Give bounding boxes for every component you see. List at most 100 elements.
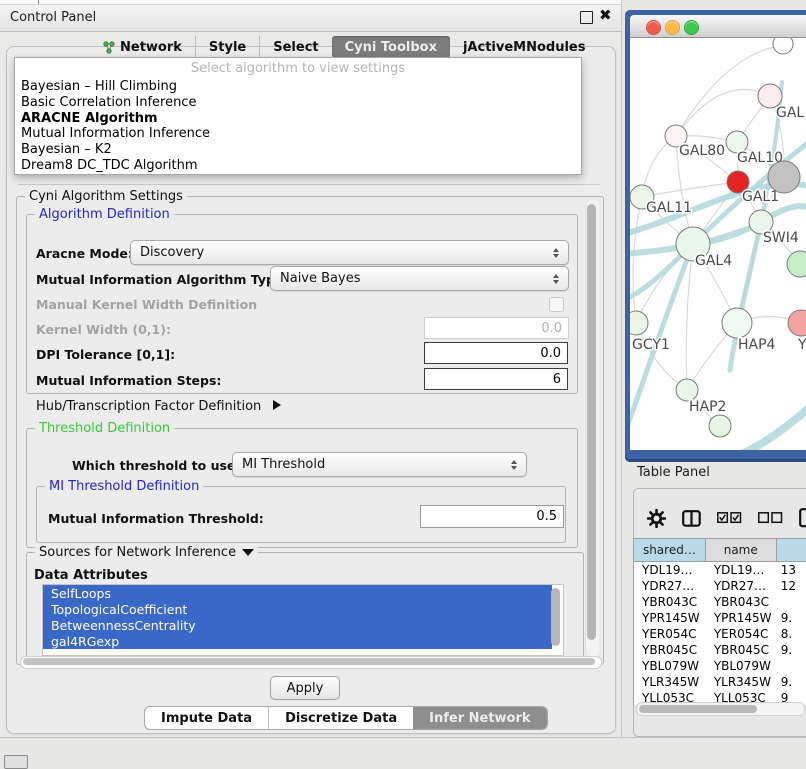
table-hscrollbar-thumb[interactable] (639, 705, 757, 713)
data-attribute-item[interactable]: SelfLoops (43, 585, 552, 601)
page-icon[interactable] (799, 508, 806, 528)
tab-cyni-toolbox[interactable]: Cyni Toolbox (332, 36, 450, 58)
table-row[interactable]: YBR043CYBR043C (634, 594, 806, 610)
tab-network[interactable]: Network (90, 36, 195, 58)
data-attributes-label: Data Attributes (34, 568, 148, 583)
gear-icon[interactable] (647, 509, 666, 528)
control-panel: Control Panel ✖ NetworkStyleSelectCyni T… (0, 0, 622, 738)
network-node[interactable] (773, 38, 793, 54)
network-view-canvas[interactable]: GALGAL80GAL10GAL1GAL11SWI4GAL4GCY1HAP4YH… (630, 38, 806, 450)
tab-label: jActiveMNodules (463, 40, 586, 55)
node-attribute-table: shared…name YDL19…YDL19…13YDR27…YDR27…12… (633, 538, 806, 705)
kernel-width-input[interactable]: 0.0 (424, 317, 569, 339)
algorithm-option[interactable]: Bayesian – Hill Climbing (15, 79, 581, 95)
aracne-mode-select[interactable]: Discovery (130, 240, 569, 265)
table-row[interactable]: YER054CYER054C8. (634, 626, 806, 642)
float-window-icon[interactable] (580, 11, 593, 24)
apply-button[interactable]: Apply (270, 676, 340, 700)
aracne-mode-value: Discovery (140, 245, 204, 260)
mi-threshold-input[interactable]: 0.5 (420, 505, 564, 528)
tab-style[interactable]: Style (195, 36, 259, 58)
column-header-name[interactable]: name (706, 539, 777, 561)
network-node-hap2[interactable] (676, 379, 698, 401)
expander-arrow-icon[interactable] (273, 400, 281, 410)
table-cell: YER054C (634, 626, 706, 642)
data-attribute-item[interactable]: TopologicalCoefficient (43, 601, 552, 617)
bottom-tab-impute-data[interactable]: Impute Data (145, 707, 268, 729)
table-row[interactable]: YLR345WYLR345W9. (634, 674, 806, 690)
settings-hscrollbar-thumb[interactable] (23, 658, 595, 665)
table-row[interactable]: YDR27…YDR27…12 (634, 578, 806, 594)
bottom-tab-discretize-data[interactable]: Discretize Data (268, 707, 413, 729)
stepper-icon (553, 248, 559, 258)
algorithm-option[interactable]: Mutual Information Inference (15, 126, 581, 142)
stepper-icon (553, 274, 559, 284)
table-cell: YBR045C (634, 642, 706, 658)
data-attribute-item[interactable]: gal4RGexp (43, 633, 552, 649)
column-header[interactable] (777, 539, 806, 561)
close-icon[interactable]: ✖ (599, 6, 612, 24)
network-edge (642, 182, 738, 197)
data-attribute-item[interactable]: BetweennessCentrality (43, 617, 552, 633)
table-row[interactable]: YBL079WYBL079W (634, 658, 806, 674)
mi-type-select[interactable]: Naive Bayes (270, 266, 569, 291)
network-node[interactable] (787, 251, 806, 277)
tab-select[interactable]: Select (259, 36, 331, 58)
list-scrollbar-thumb[interactable] (551, 588, 560, 646)
dpi-tolerance-input[interactable]: 0.0 (424, 342, 568, 364)
column-header-shared[interactable]: shared… (634, 539, 706, 561)
table-cell: 9. (777, 674, 806, 690)
table-cell: YDL19… (706, 562, 777, 578)
network-node-gcy1[interactable] (630, 311, 648, 335)
hub-definition-expander-label[interactable]: Hub/Transcription Factor Definition (36, 399, 261, 414)
network-edge (676, 89, 770, 136)
algorithm-option[interactable]: Dream8 DC_TDC Algorithm (15, 157, 581, 173)
unchecked-boxes-icon[interactable] (758, 512, 783, 524)
algorithm-dropdown-popup: Select algorithm to view settings Bayesi… (14, 57, 582, 175)
manual-kernel-checkbox[interactable] (549, 297, 564, 312)
close-traffic-light[interactable] (646, 20, 661, 35)
mi-threshold-label: Mutual Information Threshold: (48, 511, 264, 526)
network-window-titlebar[interactable] (630, 15, 806, 38)
top-edge-mark (38, 0, 39, 4)
table-cell: YBL079W (634, 658, 706, 674)
network-node-hap4[interactable] (722, 308, 752, 338)
table-cell (777, 594, 806, 610)
algorithm-option[interactable]: Basic Correlation Inference (15, 95, 581, 111)
table-row[interactable]: YBR045CYBR045C9. (634, 642, 806, 658)
network-node[interactable] (768, 161, 800, 193)
table-cell: 8. (777, 626, 806, 642)
minimize-traffic-light[interactable] (665, 20, 680, 35)
table-cell: YPR145W (706, 610, 777, 626)
network-icon (103, 41, 115, 54)
network-node-y[interactable] (788, 310, 806, 336)
divider (18, 184, 600, 185)
zoom-traffic-light[interactable] (684, 20, 699, 35)
bottom-tab-infer-network[interactable]: Infer Network (413, 707, 546, 729)
table-row[interactable]: YDL19…YDL19…13 (634, 562, 806, 578)
panel-title: Control Panel (10, 10, 96, 25)
network-node-label: GAL80 (679, 143, 725, 159)
collapsed-panel-button[interactable] (4, 755, 28, 769)
settings-vscrollbar-thumb[interactable] (587, 204, 596, 640)
table-cell: YDR27… (634, 578, 706, 594)
bottom-tab-bar: Impute DataDiscretize DataInfer Network (144, 706, 548, 730)
manual-kernel-label: Manual Kernel Width Definition (36, 297, 257, 312)
network-edge-highlighted (742, 398, 806, 450)
which-threshold-select[interactable]: MI Threshold (232, 452, 527, 477)
control-panel-titlebar: Control Panel ✖ (0, 5, 621, 32)
collapse-arrow-icon[interactable] (242, 549, 254, 556)
group-legend: Cyni Algorithm Settings (25, 189, 187, 204)
table-row[interactable]: YPR145WYPR145W9. (634, 610, 806, 626)
algorithm-option[interactable]: Bayesian – K2 (15, 142, 581, 158)
columns-icon[interactable] (682, 510, 701, 527)
checked-boxes-icon[interactable] (717, 512, 742, 524)
dpi-tolerance-label: DPI Tolerance [0,1]: (36, 347, 175, 362)
algorithm-option[interactable]: ARACNE Algorithm (15, 110, 581, 126)
group-legend: Threshold Definition (35, 421, 174, 436)
mi-steps-input[interactable]: 6 (424, 368, 568, 390)
table-cell: YLR345W (706, 674, 777, 690)
data-attributes-list: SelfLoopsTopologicalCoefficientBetweenne… (42, 584, 564, 656)
tab-jactivemnodules[interactable]: jActiveMNodules (450, 36, 599, 58)
network-node[interactable] (709, 415, 731, 437)
